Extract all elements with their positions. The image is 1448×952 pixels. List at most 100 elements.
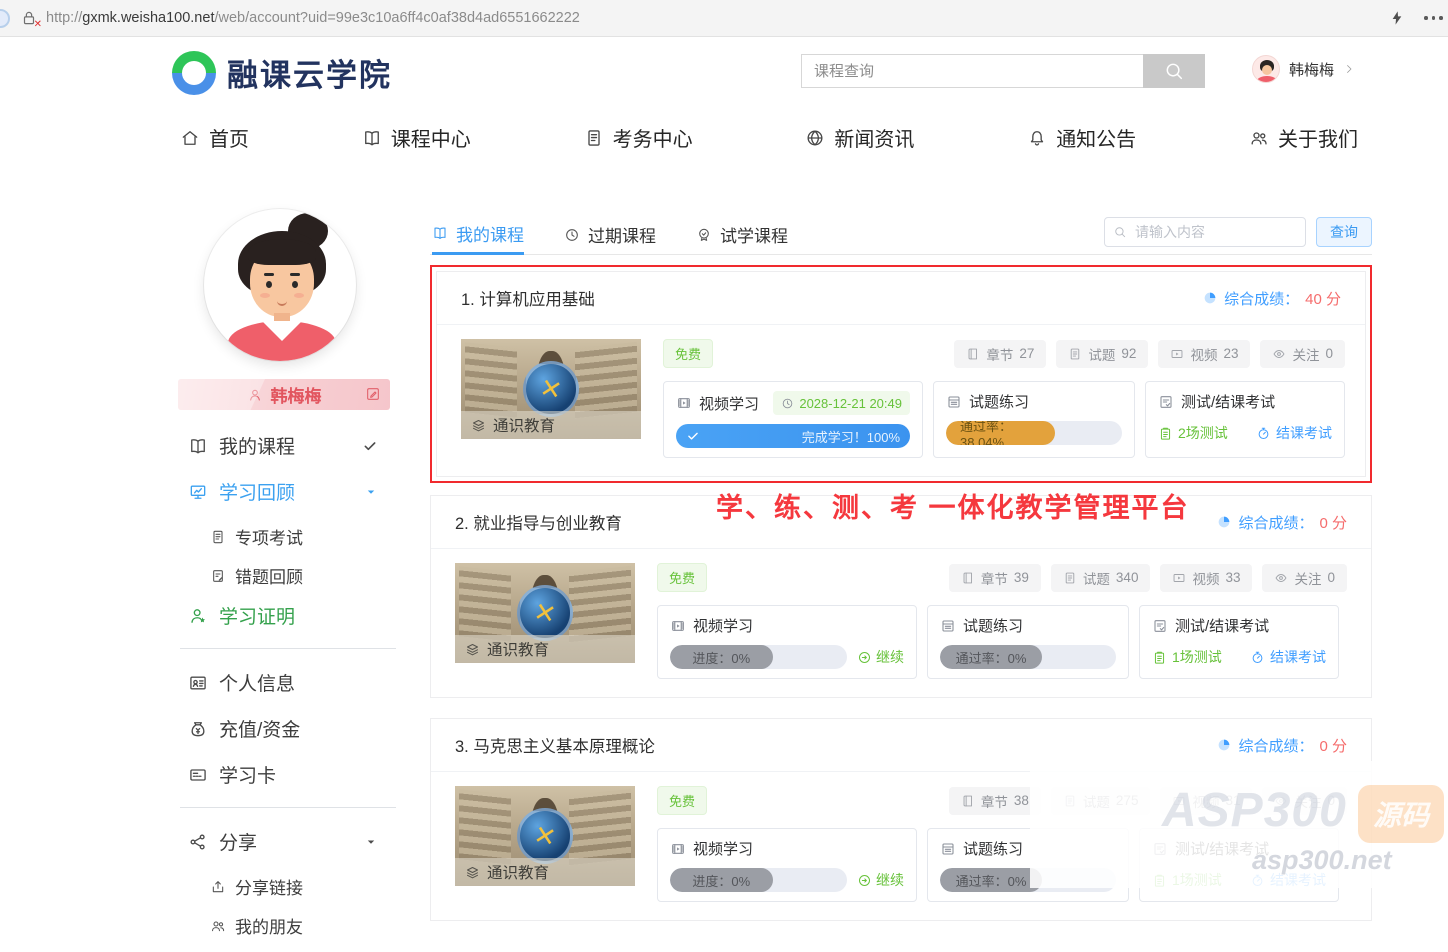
video-study-box[interactable]: 视频学习 进度：0% 继续 [657,605,917,679]
red-annotation-text: 学、练、测、考 一体化教学管理平台 [716,486,1190,525]
chapters-icon [961,571,975,585]
url-host: gxmk.weisha100.net [82,10,214,26]
sidebar-item-my-courses[interactable]: 我的课程 [188,432,378,459]
nav-course-center[interactable]: 课程中心 [362,123,471,152]
tab-favicon [0,9,10,28]
url-scheme: http:// [46,10,82,26]
course-stats: 章节39 试题340 视频33 关注0 [949,564,1347,592]
sidebar: 韩梅梅 我的课程 学习回顾 专项考试 错题回顾 学习证明 个人信息 [160,205,396,952]
course-thumbnail[interactable]: ✕ 通识教育 [455,786,635,886]
course-search-input[interactable] [801,54,1143,88]
edit-icon[interactable] [365,386,381,402]
nav-notice[interactable]: 通知公告 [1027,123,1136,152]
chapters-icon [966,347,980,361]
chapters-icon [961,794,975,808]
sidebar-item-wrong-questions[interactable]: 错题回顾 [210,563,396,588]
logo-mark-icon [172,51,216,95]
practice-icon [940,618,956,634]
nav-home[interactable]: 首页 [180,123,249,152]
nav-exam-center[interactable]: 考务中心 [584,123,693,152]
query-button[interactable]: 查询 [1316,217,1372,247]
stat-chapters: 章节38 [949,787,1041,815]
tab-my-courses[interactable]: 我的课程 [432,215,524,255]
course-search [801,54,1205,88]
exam-box: 测试/结课考试 1场测试 结课考试 [1139,605,1339,679]
stat-questions: 试题340 [1051,564,1151,592]
video-progress-bar: 完成学习！100% [676,424,910,448]
pass-rate-bar: 通过率：0% [940,645,1116,669]
insecure-lock-icon[interactable]: ✕ [20,9,38,27]
lightning-icon[interactable] [1389,8,1405,28]
practice-box[interactable]: 试题练习 通过率：0% [927,605,1129,679]
watermark-badge: 源码 [1358,785,1444,843]
money-bag-icon [188,719,208,739]
course-card-2: 2. 就业指导与创业教育 综合成绩： 0 分 ✕ 通识教育 免费 [430,495,1372,698]
user-name: 韩梅梅 [1289,59,1334,80]
sidebar-item-special-exam[interactable]: 专项考试 [210,524,396,549]
watermark-overlay: ASP300 源码 asp300.net [1030,761,1448,888]
tests-link[interactable]: 2场测试 [1158,423,1228,443]
eye-icon [1272,347,1286,361]
practice-icon [946,394,962,410]
continue-link[interactable]: 继续 [857,647,904,667]
course-title[interactable]: 3. 马克思主义基本原理概论 [455,733,655,757]
course-title[interactable]: 1. 计算机应用基础 [461,286,595,310]
people-icon [210,918,226,934]
globe-news-icon [805,128,825,148]
course-filter-input[interactable] [1104,217,1306,247]
final-exam-link[interactable]: 结课考试 [1250,647,1326,667]
divider [180,807,396,808]
course-search-button[interactable] [1143,54,1205,88]
free-badge: 免费 [657,786,707,815]
watermark-domain: asp300.net [1252,845,1392,876]
final-exam-link[interactable]: 结课考试 [1256,423,1332,443]
url-text[interactable]: http://gxmk.weisha100.net/web/account?ui… [46,10,580,26]
exam-doc-icon [584,128,604,148]
sidebar-item-my-friends[interactable]: 我的朋友 [210,913,396,938]
video-study-box[interactable]: 视频学习 进度：0% 继续 [657,828,917,902]
sidebar-item-study-card[interactable]: 学习卡 [188,761,378,788]
sidebar-item-review[interactable]: 学习回顾 [188,478,378,505]
tests-link[interactable]: 1场测试 [1152,647,1222,667]
tab-expired-courses[interactable]: 过期课程 [564,215,656,255]
course-score: 综合成绩： 0 分 [1216,512,1347,533]
course-title[interactable]: 2. 就业指导与创业教育 [455,510,622,534]
divider [180,648,396,649]
arrow-circle-icon [857,650,872,665]
profile-name-banner[interactable]: 韩梅梅 [178,379,390,410]
video-icon [676,395,692,411]
site-logo[interactable]: 融课云学院 [172,50,392,95]
sidebar-item-share-link[interactable]: 分享链接 [210,874,396,899]
nav-about[interactable]: 关于我们 [1249,123,1358,152]
eye-icon [1274,571,1288,585]
course-thumbnail[interactable]: ✕ 通识教育 [461,339,641,439]
pass-rate-bar: 通过率：38.04% [946,421,1122,445]
stopwatch-icon [1250,650,1265,665]
sidebar-item-recharge[interactable]: 充值/资金 [188,715,378,742]
practice-icon [940,841,956,857]
sidebar-item-certificate[interactable]: 学习证明 [188,602,378,629]
nav-news[interactable]: 新闻资讯 [805,123,914,152]
share-arrow-icon [210,879,226,895]
video-progress-bar: 进度：0% [670,868,847,892]
caret-down-icon [364,835,378,849]
course-thumbnail[interactable]: ✕ 通识教育 [455,563,635,663]
practice-box[interactable]: 试题练习 通过率：38.04% [933,381,1135,458]
sidebar-item-profile[interactable]: 个人信息 [188,669,378,696]
browser-menu-icon[interactable] [1424,16,1443,20]
video-study-box[interactable]: 视频学习 2028-12-21 20:49 完成学习！100% [663,381,923,458]
doc-edit-icon [210,568,226,584]
video-icon [1172,571,1186,585]
clock-icon [564,227,580,243]
card-icon [188,765,208,785]
sidebar-item-share[interactable]: 分享 [188,828,378,855]
clipboard-icon [1158,426,1173,441]
video-icon [670,841,686,857]
user-menu[interactable]: 韩梅梅 [1252,55,1355,83]
tab-trial-courses[interactable]: 试学课程 [696,215,788,255]
clock-icon [781,397,794,410]
search-icon [1113,225,1127,239]
caret-down-icon [364,485,378,499]
browser-url-bar[interactable]: ✕ http://gxmk.weisha100.net/web/account?… [0,0,1448,37]
continue-link[interactable]: 继续 [857,870,904,890]
